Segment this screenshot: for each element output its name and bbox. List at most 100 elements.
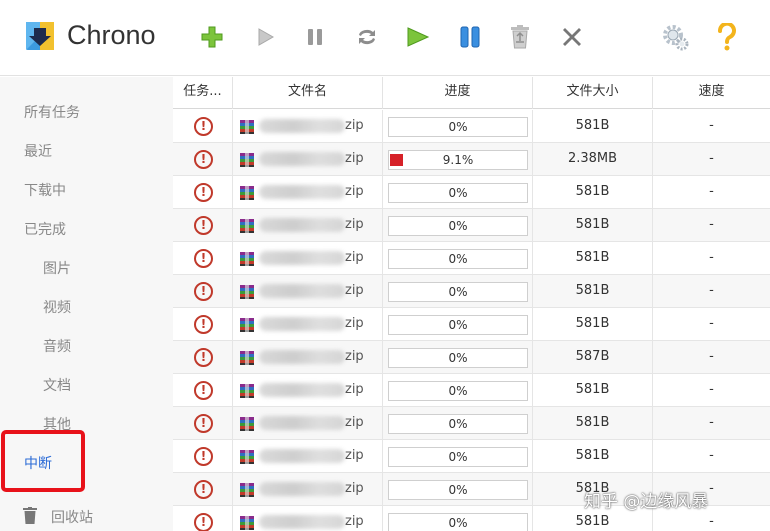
size-cell: 581B: [532, 176, 652, 209]
status-cell: !: [173, 275, 232, 308]
error-icon: !: [194, 117, 213, 136]
table-row[interactable]: ! zip 0% 581B -: [173, 275, 770, 308]
size-cell: 581B: [532, 473, 652, 506]
table-row[interactable]: ! zip 0% 581B -: [173, 176, 770, 209]
sidebar-item-downloading[interactable]: 下载中: [24, 180, 66, 200]
sidebar-item-audio[interactable]: 音频: [43, 336, 71, 356]
sidebar-item-recent[interactable]: 最近: [24, 141, 52, 161]
help-button[interactable]: [712, 22, 742, 52]
table-row[interactable]: ! zip 0% 581B -: [173, 473, 770, 506]
file-size: 581B: [575, 415, 610, 430]
filename-cell: zip: [232, 506, 382, 531]
pause-button[interactable]: [300, 22, 330, 52]
filename-cell: zip: [232, 242, 382, 275]
download-speed: -: [709, 382, 714, 397]
file-extension: zip: [345, 349, 364, 364]
app-title: Chrono: [67, 20, 156, 50]
filename-cell: zip: [232, 473, 382, 506]
file-extension: zip: [345, 118, 364, 133]
add-task-button[interactable]: [197, 22, 227, 52]
error-icon: !: [194, 447, 213, 466]
archive-file-icon: [240, 318, 254, 332]
speed-cell: -: [652, 143, 770, 176]
recycle-button[interactable]: [505, 22, 535, 52]
sidebar-item-all-tasks[interactable]: 所有任务: [24, 102, 80, 122]
file-size: 587B: [575, 349, 610, 364]
file-extension: zip: [345, 151, 364, 166]
column-header-speed[interactable]: 速度: [652, 77, 770, 109]
speed-cell: -: [652, 473, 770, 506]
download-speed: -: [709, 217, 714, 232]
sidebar-item-interrupted[interactable]: 中断: [24, 453, 52, 473]
blurred-filename: [259, 251, 345, 265]
progress-text: 0%: [448, 351, 468, 365]
sidebar-item-recycle-bin[interactable]: 回收站: [51, 507, 93, 527]
start-button[interactable]: [250, 22, 280, 52]
status-cell: !: [173, 308, 232, 341]
error-icon: !: [194, 249, 213, 268]
filename-cell: zip: [232, 176, 382, 209]
start-all-button[interactable]: [403, 22, 433, 52]
sidebar-item-documents[interactable]: 文档: [43, 375, 71, 395]
column-header-filename[interactable]: 文件名: [232, 77, 382, 109]
progress-bar: 0%: [388, 513, 528, 531]
progress-text: 0%: [448, 450, 468, 464]
file-extension: zip: [345, 250, 364, 265]
pause-all-button[interactable]: [455, 22, 485, 52]
table-row[interactable]: ! zip 0% 581B -: [173, 209, 770, 242]
file-size: 2.38MB: [567, 151, 618, 166]
refresh-button[interactable]: [352, 22, 382, 52]
plus-icon: [201, 26, 223, 48]
progress-cell: 0%: [382, 440, 532, 473]
delete-x-icon: [563, 28, 581, 46]
sidebar-item-other[interactable]: 其他: [43, 414, 71, 434]
sidebar-item-images[interactable]: 图片: [43, 258, 71, 278]
table-row[interactable]: ! zip 0% 581B -: [173, 242, 770, 275]
blurred-filename: [259, 119, 345, 133]
table-row[interactable]: ! zip 0% 581B -: [173, 506, 770, 531]
play-all-icon: [407, 27, 430, 47]
sidebar-item-completed[interactable]: 已完成: [24, 219, 66, 239]
size-cell: 581B: [532, 308, 652, 341]
progress-text: 0%: [448, 285, 468, 299]
blurred-filename: [259, 185, 345, 199]
column-header-progress[interactable]: 进度: [382, 77, 532, 109]
refresh-icon: [359, 29, 375, 45]
table-row[interactable]: ! zip 0% 581B -: [173, 110, 770, 143]
file-size: 581B: [575, 382, 610, 397]
play-icon: [258, 28, 275, 46]
table-row[interactable]: ! zip 0% 581B -: [173, 308, 770, 341]
file-size: 581B: [575, 118, 610, 133]
speed-cell: -: [652, 176, 770, 209]
column-header-task[interactable]: 任务...: [173, 77, 232, 109]
speed-cell: -: [652, 341, 770, 374]
file-size: 581B: [575, 316, 610, 331]
table-row[interactable]: ! zip 9.1% 2.38MB -: [173, 143, 770, 176]
size-cell: 587B: [532, 341, 652, 374]
progress-bar: 9.1%: [388, 150, 528, 170]
download-speed: -: [709, 481, 714, 496]
size-cell: 581B: [532, 275, 652, 308]
download-speed: -: [709, 448, 714, 463]
progress-bar: 0%: [388, 414, 528, 434]
table-row[interactable]: ! zip 0% 581B -: [173, 374, 770, 407]
table-row[interactable]: ! zip 0% 581B -: [173, 440, 770, 473]
blurred-filename: [259, 317, 345, 331]
table-row[interactable]: ! zip 0% 581B -: [173, 407, 770, 440]
file-extension: zip: [345, 217, 364, 232]
archive-file-icon: [240, 384, 254, 398]
file-size: 581B: [575, 217, 610, 232]
blurred-filename: [259, 416, 345, 430]
status-cell: !: [173, 506, 232, 531]
file-size: 581B: [575, 481, 610, 496]
table-row[interactable]: ! zip 0% 587B -: [173, 341, 770, 374]
progress-cell: 0%: [382, 176, 532, 209]
column-header-size[interactable]: 文件大小: [532, 77, 652, 109]
delete-button[interactable]: [557, 22, 587, 52]
sidebar-item-video[interactable]: 视频: [43, 297, 71, 317]
app-header: Chrono: [0, 0, 770, 76]
size-cell: 581B: [532, 407, 652, 440]
filename-cell: zip: [232, 407, 382, 440]
settings-button[interactable]: [661, 22, 691, 52]
size-cell: 581B: [532, 209, 652, 242]
